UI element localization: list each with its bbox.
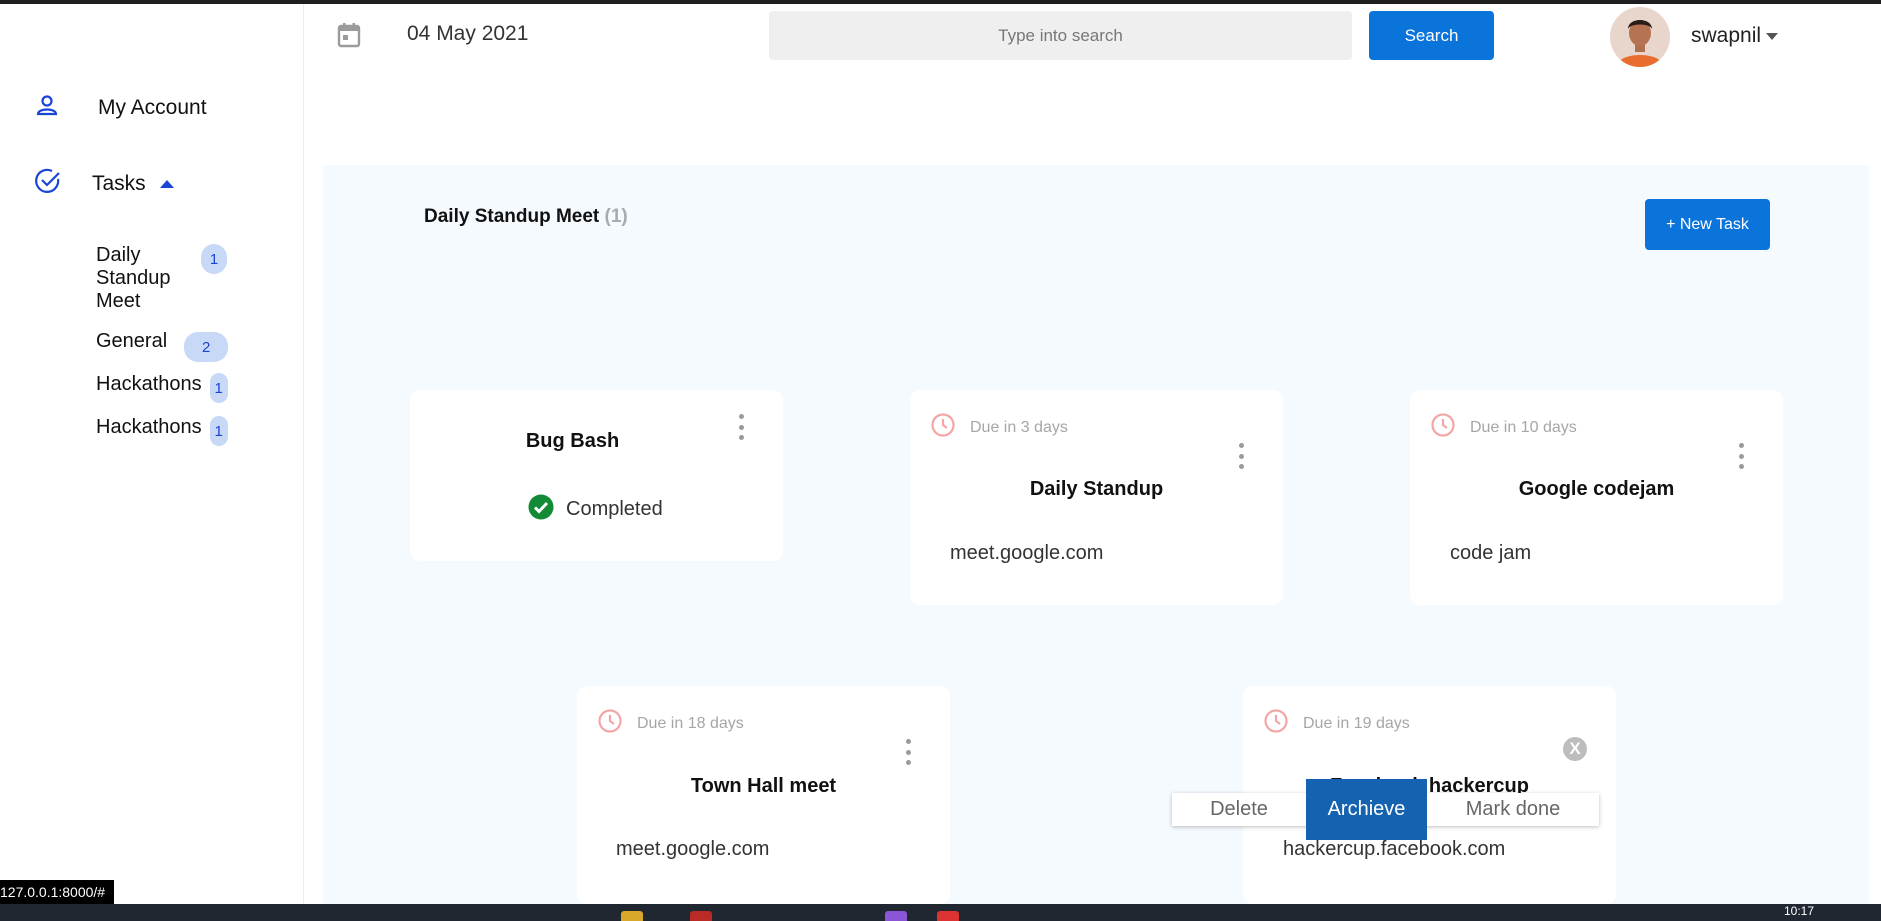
task-card[interactable]: Due in 18 days Town Hall meet meet.googl…: [577, 686, 950, 904]
sidebar-item-my-account[interactable]: My Account: [34, 92, 207, 123]
task-title: Bug Bash: [525, 430, 620, 452]
username[interactable]: swapnil: [1691, 24, 1761, 48]
task-link[interactable]: meet.google.com: [616, 838, 769, 861]
task-card[interactable]: Bug Bash Completed: [410, 390, 783, 561]
subitem-label: Hackathons: [96, 373, 202, 395]
task-link[interactable]: hackercup.facebook.com: [1283, 838, 1505, 861]
sidebar-item-tasks[interactable]: Tasks: [34, 167, 174, 200]
task-title: Daily Standup: [1029, 478, 1164, 500]
task-link[interactable]: code jam: [1450, 542, 1531, 565]
count-badge: 1: [209, 416, 228, 446]
status-url: 127.0.0.1:8000/#: [0, 880, 114, 904]
section-title-text: Daily Standup Meet: [424, 206, 600, 227]
due-info: Due in 19 days: [1263, 708, 1410, 739]
due-text: Due in 3 days: [970, 418, 1068, 436]
avatar[interactable]: [1610, 7, 1670, 67]
count-badge: 2: [184, 332, 229, 362]
checkmark-circle-icon: [528, 494, 554, 525]
sidebar-subitem-hackathons[interactable]: Hackathons 1: [96, 416, 228, 446]
more-vertical-icon[interactable]: [1736, 443, 1746, 469]
clock-icon: [1263, 708, 1289, 739]
current-date: 04 May 2021: [407, 22, 529, 45]
close-icon[interactable]: X: [1563, 737, 1587, 761]
search-input[interactable]: [769, 11, 1352, 60]
search-button[interactable]: Search: [1369, 11, 1494, 60]
subitem-label: General: [96, 330, 168, 352]
card-action-menu: Delete Archieve Mark done: [1172, 779, 1599, 840]
sidebar-subitem-daily-standup-meet[interactable]: Daily Standup Meet 1: [96, 244, 227, 313]
sidebar-item-label: Tasks: [92, 171, 146, 195]
check-circle-icon: [34, 167, 62, 200]
browser-icon[interactable]: [690, 911, 712, 921]
task-card[interactable]: Due in 10 days Google codejam code jam: [1410, 390, 1783, 605]
caret-down-icon[interactable]: [1766, 33, 1778, 40]
archive-button[interactable]: Archieve: [1306, 779, 1427, 840]
more-vertical-icon[interactable]: [1236, 443, 1246, 469]
task-title: Town Hall meet: [690, 775, 837, 797]
person-icon: [34, 92, 60, 123]
subitem-label: Hackathons: [96, 416, 202, 438]
due-info: Due in 3 days: [930, 412, 1068, 443]
due-text: Due in 19 days: [1303, 714, 1410, 732]
clock-icon: [597, 708, 623, 739]
sidebar-subitem-general[interactable]: General 2: [96, 330, 229, 362]
mark-done-button[interactable]: Mark done: [1427, 793, 1599, 826]
count-badge: 1: [201, 244, 227, 274]
caret-up-icon[interactable]: [159, 179, 174, 188]
due-info: Due in 18 days: [597, 708, 744, 739]
taskbar: 10:17: [0, 904, 1881, 921]
clock-icon: [930, 412, 956, 443]
section-count: (1): [604, 206, 628, 227]
due-text: Due in 18 days: [637, 714, 744, 732]
section-title: Daily Standup Meet (1): [424, 206, 628, 228]
sidebar-item-label: My Account: [98, 95, 207, 119]
task-title: Google codejam: [1518, 478, 1675, 500]
more-vertical-icon[interactable]: [903, 739, 913, 765]
sidebar: My Account Tasks Daily Standup Meet 1 Ge…: [0, 4, 304, 904]
clock-icon: [1430, 412, 1456, 443]
app-icon[interactable]: [885, 911, 907, 921]
folder-icon[interactable]: [621, 911, 643, 921]
app-icon[interactable]: [937, 911, 959, 921]
task-card[interactable]: Due in 3 days Daily Standup meet.google.…: [910, 390, 1283, 605]
count-badge: 1: [209, 373, 228, 403]
due-text: Due in 10 days: [1470, 418, 1577, 436]
clock-time: 10:17: [1784, 904, 1815, 918]
new-task-button[interactable]: + New Task: [1645, 199, 1770, 250]
task-status: Completed: [528, 494, 663, 525]
sidebar-subitem-hackathons[interactable]: Hackathons 1: [96, 373, 228, 403]
status-text: Completed: [566, 498, 663, 520]
task-link[interactable]: meet.google.com: [950, 542, 1103, 565]
delete-button[interactable]: Delete: [1172, 793, 1306, 826]
calendar-icon[interactable]: [337, 22, 361, 48]
due-info: Due in 10 days: [1430, 412, 1577, 443]
subitem-label: Daily Standup Meet: [96, 244, 171, 312]
